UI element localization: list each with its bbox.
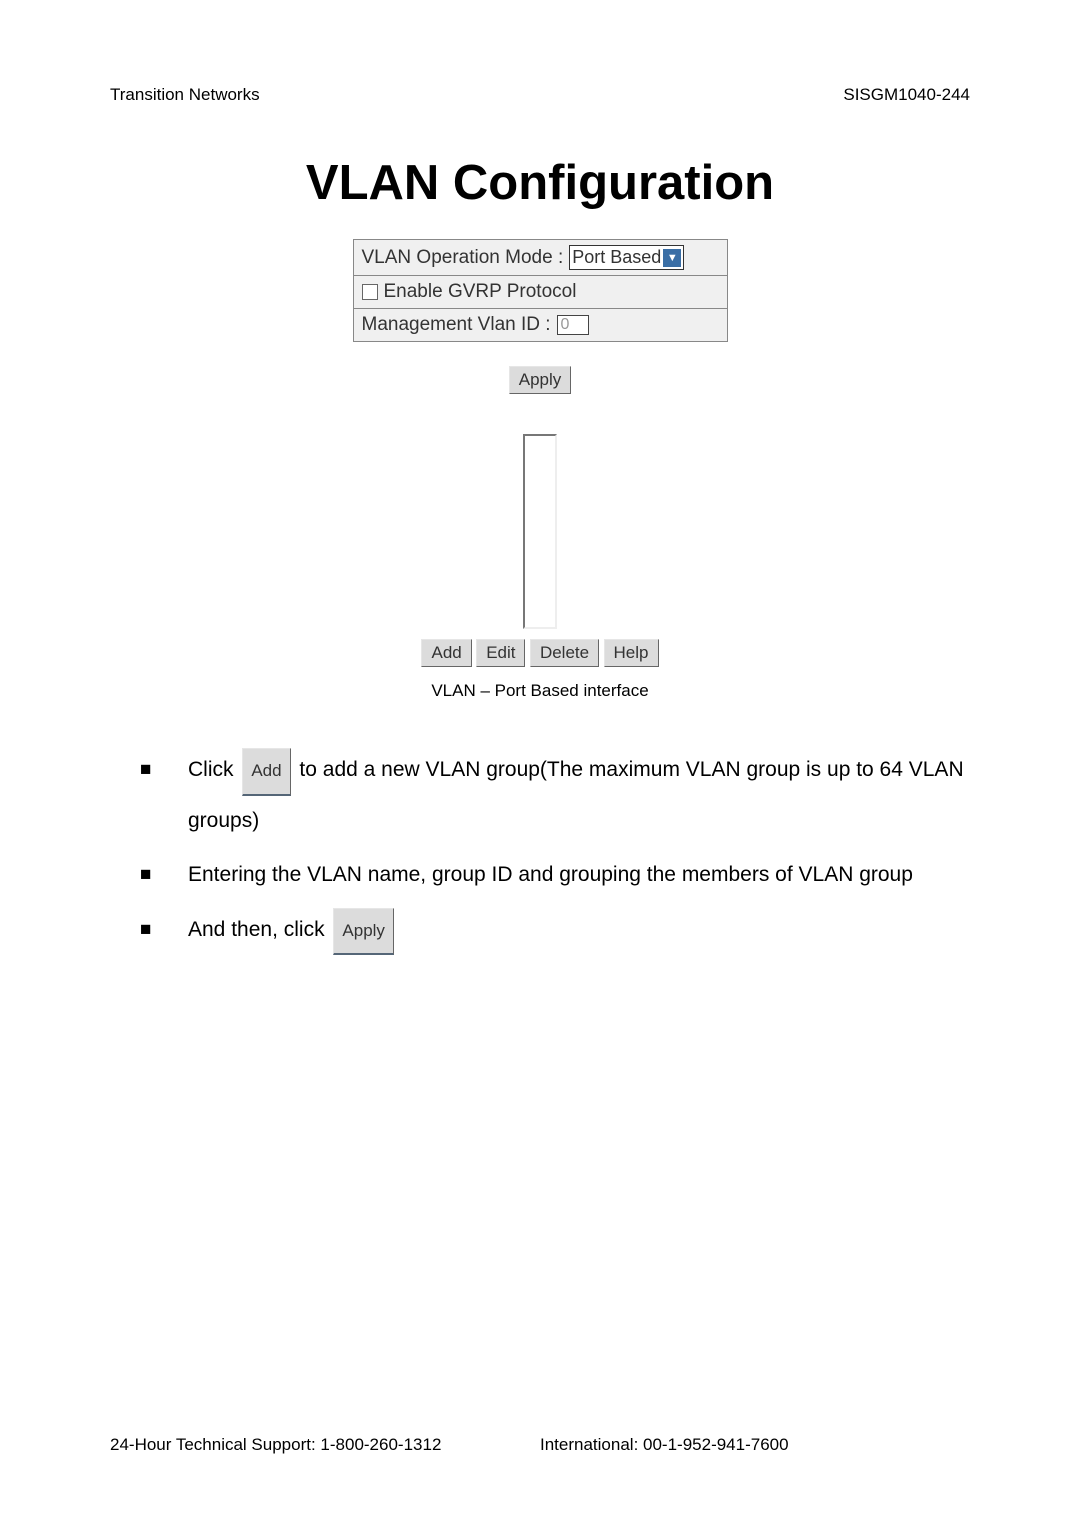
item-text: Entering the VLAN name, group ID and gro… bbox=[188, 863, 913, 886]
apply-button[interactable]: Apply bbox=[509, 366, 572, 394]
instruction-item: Entering the VLAN name, group ID and gro… bbox=[140, 850, 970, 900]
figure-caption: VLAN – Port Based interface bbox=[110, 681, 970, 701]
page-title: VLAN Configuration bbox=[110, 155, 970, 211]
add-button[interactable]: Add bbox=[421, 639, 471, 667]
gvrp-label: Enable GVRP Protocol bbox=[384, 281, 577, 303]
operation-mode-label: VLAN Operation Mode : bbox=[362, 247, 564, 269]
inline-add-button: Add bbox=[242, 748, 290, 796]
vlan-id-input[interactable] bbox=[557, 315, 589, 335]
item-text: Click bbox=[188, 758, 239, 781]
inline-apply-button: Apply bbox=[333, 908, 394, 956]
button-row: Add Edit Delete Help bbox=[110, 639, 970, 667]
header-right: SISGM1040-244 bbox=[843, 85, 970, 105]
footer-left: 24-Hour Technical Support: 1-800-260-131… bbox=[110, 1435, 540, 1455]
page-footer: 24-Hour Technical Support: 1-800-260-131… bbox=[110, 1435, 970, 1455]
vlan-id-label: Management Vlan ID : bbox=[362, 314, 551, 336]
instruction-list: Click Add to add a new VLAN group(The ma… bbox=[110, 745, 970, 955]
page-header: Transition Networks SISGM1040-244 bbox=[110, 85, 970, 105]
gvrp-checkbox[interactable] bbox=[362, 284, 378, 300]
instruction-item: And then, click Apply bbox=[140, 905, 970, 956]
operation-mode-dropdown[interactable]: Port Based ▼ bbox=[569, 245, 684, 270]
delete-button[interactable]: Delete bbox=[530, 639, 599, 667]
edit-button[interactable]: Edit bbox=[476, 639, 525, 667]
chevron-down-icon: ▼ bbox=[663, 249, 681, 267]
config-table: VLAN Operation Mode : Port Based ▼ Enabl… bbox=[353, 239, 728, 342]
vlan-listbox[interactable] bbox=[523, 434, 557, 629]
header-left: Transition Networks bbox=[110, 85, 260, 105]
dropdown-value: Port Based bbox=[572, 247, 661, 268]
help-button[interactable]: Help bbox=[604, 639, 659, 667]
apply-row: Apply bbox=[110, 366, 970, 394]
footer-right: International: 00-1-952-941-7600 bbox=[540, 1435, 970, 1455]
item-text: And then, click bbox=[188, 918, 330, 941]
instruction-item: Click Add to add a new VLAN group(The ma… bbox=[140, 745, 970, 846]
item-text: to add a new VLAN group(The maximum VLAN… bbox=[188, 758, 964, 832]
